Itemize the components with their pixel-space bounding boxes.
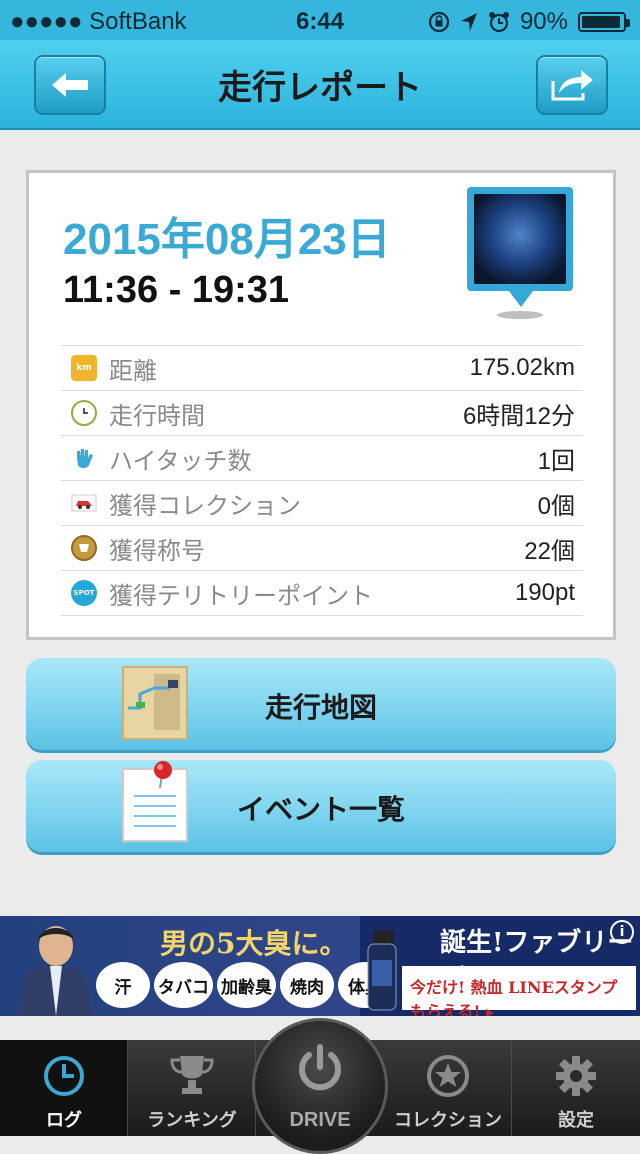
drive-map-button[interactable]: 走行地図 [26, 658, 616, 750]
ad-chip: 汗 [96, 962, 150, 1008]
star-badge-icon [427, 1055, 469, 1097]
red-pin-icon [154, 761, 172, 789]
drive-button[interactable]: DRIVE [252, 1018, 388, 1154]
stat-value: 22個 [524, 537, 575, 565]
stat-value: 1回 [537, 447, 575, 475]
tab-settings-label: 設定 [558, 1110, 594, 1131]
stat-row-distance: km 距離 175.02km [61, 345, 583, 390]
ad-headline: 男の5大臭に。 [160, 927, 348, 960]
ad-chip: タバコ [154, 962, 213, 1008]
event-list-label: イベント一覧 [236, 793, 405, 826]
gear-icon [556, 1056, 596, 1096]
alarm-icon [488, 12, 509, 33]
stat-row-titles: 獲得称号 22個 [61, 525, 583, 570]
stat-row-collection: 獲得コレクション 0個 [61, 480, 583, 525]
report-card: 2015年08月23日 11:36 - 19:31 km 距離 175.02km… [26, 170, 616, 640]
tab-collection-label: コレクション [394, 1110, 502, 1131]
stat-row-drive-time: 走行時間 6時間12分 [61, 390, 583, 435]
drive-map-label: 走行地図 [264, 691, 377, 724]
event-list-button[interactable]: イベント一覧 [26, 760, 616, 852]
tab-settings[interactable]: 設定 [512, 1040, 640, 1136]
tab-ranking-label: ランキング [147, 1110, 237, 1131]
stat-value: 190pt [514, 579, 575, 606]
ad-banner[interactable]: 男の5大臭に。 汗 タバコ 加齢臭 焼肉 体臭 誕生!ファブリーズMEN 今だけ… [0, 916, 640, 1016]
tab-log-label: ログ [46, 1110, 82, 1131]
battery-icon [578, 12, 630, 32]
stat-row-territory: SPOT 獲得テリトリーポイント 190pt [61, 570, 583, 616]
share-icon [551, 70, 593, 101]
report-date: 2015年08月23日 [63, 215, 391, 264]
status-bar: ●●●●● SoftBank 6:44 90% [0, 0, 640, 40]
clock-tab-icon [44, 1056, 84, 1096]
medal-icon [71, 535, 97, 561]
rotation-lock-icon [428, 11, 450, 33]
tab-log[interactable]: ログ [0, 1040, 128, 1136]
ad-chips: 汗 タバコ 加齢臭 焼肉 体臭 [96, 962, 392, 1008]
battery-percent: 90% [519, 8, 568, 35]
hand-icon [71, 445, 97, 471]
stat-label: ハイタッチ数 [109, 446, 252, 475]
ad-info-icon[interactable]: i [610, 920, 634, 944]
stat-label: 獲得コレクション [109, 491, 301, 520]
photo-pin-tip [509, 291, 533, 307]
clock-icon [71, 400, 97, 426]
tab-collection[interactable]: コレクション [384, 1040, 512, 1136]
status-right: 90% [428, 8, 630, 36]
stat-label: 走行時間 [109, 401, 205, 430]
stat-row-high-touch: ハイタッチ数 1回 [61, 435, 583, 480]
stat-label: 獲得テリトリーポイント [109, 581, 373, 610]
ad-person-figure [18, 926, 92, 1016]
power-icon [299, 1044, 341, 1091]
spray-bottle-icon [367, 930, 397, 1011]
ad-right-subtitle: 今だけ! 熱血 LINEスタンプもらえる! ▸ [402, 966, 636, 1016]
nav-bar: 走行レポート [0, 40, 640, 130]
ad-chip: 加齢臭 [217, 962, 276, 1008]
ad-chip: 焼肉 [280, 962, 334, 1008]
trophy-icon [170, 1056, 214, 1094]
report-time-range: 11:36 - 19:31 [63, 269, 290, 311]
tab-ranking[interactable]: ランキング [128, 1040, 256, 1136]
km-icon: km [71, 355, 97, 381]
spot-icon: SPOT [71, 580, 97, 606]
stat-label: 距離 [109, 356, 157, 385]
drive-label: DRIVE [289, 1109, 351, 1131]
car-icon [71, 490, 97, 516]
stat-value: 0個 [537, 492, 575, 520]
location-icon [460, 13, 477, 31]
share-button[interactable] [536, 55, 608, 115]
stat-label: 獲得称号 [109, 536, 205, 565]
car-photo-image [474, 194, 566, 284]
report-stats: km 距離 175.02km 走行時間 6時間12分 ハイタッチ数 1回 獲得コ… [61, 345, 583, 616]
stat-value: 6時間12分 [462, 402, 575, 430]
photo-pin-shadow [497, 311, 543, 319]
stat-value: 175.02km [469, 354, 575, 381]
drive-photo[interactable] [467, 187, 573, 291]
